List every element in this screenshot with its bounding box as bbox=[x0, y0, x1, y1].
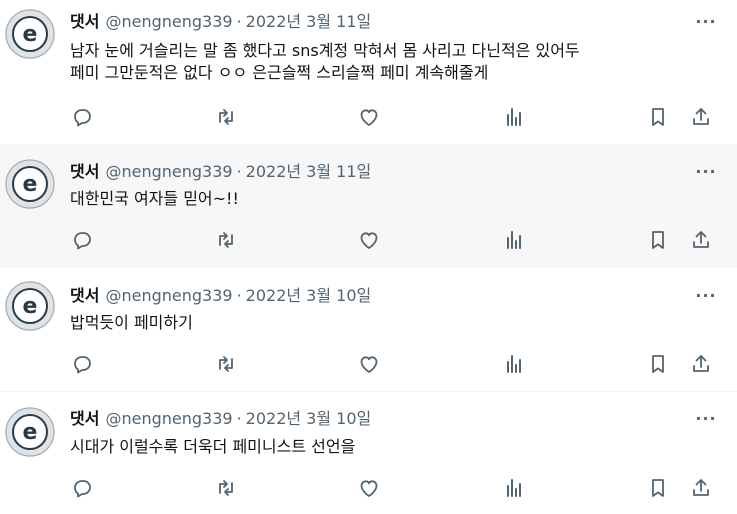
user-handle[interactable]: @nengneng339 bbox=[105, 162, 232, 181]
share-icon[interactable] bbox=[689, 352, 713, 376]
retweet-icon[interactable] bbox=[214, 352, 238, 376]
display-name[interactable]: 댓서 bbox=[70, 162, 99, 181]
tweet-date[interactable]: 2022년 3월 11일 bbox=[246, 12, 372, 31]
bookmark-icon[interactable] bbox=[646, 476, 670, 500]
tweet-header: 댓서 @nengneng339 · 2022년 3월 10일 bbox=[70, 285, 371, 307]
tweet[interactable]: e 댓서 @nengneng339 · 2022년 3월 11일 ··· 대한민국 여… bbox=[0, 145, 737, 268]
display-name[interactable]: 댓서 bbox=[70, 12, 99, 31]
display-name[interactable]: 댓서 bbox=[70, 286, 99, 305]
views-icon[interactable] bbox=[502, 352, 526, 376]
tweet[interactable]: e 댓서 @nengneng339 · 2022년 3월 10일 ··· 시대가 이럴… bbox=[0, 392, 737, 514]
user-handle[interactable]: @nengneng339 bbox=[105, 12, 232, 31]
svg-text:e: e bbox=[23, 294, 38, 319]
like-icon[interactable] bbox=[357, 228, 381, 252]
more-options-icon[interactable]: ··· bbox=[695, 288, 717, 304]
tweet-actions bbox=[0, 476, 737, 500]
like-icon[interactable] bbox=[357, 105, 381, 129]
user-handle[interactable]: @nengneng339 bbox=[105, 286, 232, 305]
tweet-actions bbox=[0, 228, 737, 252]
tweet-actions bbox=[0, 352, 737, 376]
avatar[interactable]: e bbox=[5, 9, 55, 59]
tweet[interactable]: e 댓서 @nengneng339 · 2022년 3월 11일 ··· 남자 눈에 … bbox=[0, 0, 737, 145]
retweet-icon[interactable] bbox=[214, 105, 238, 129]
tweet-date[interactable]: 2022년 3월 10일 bbox=[246, 409, 372, 428]
separator-dot: · bbox=[236, 162, 242, 181]
svg-text:e: e bbox=[23, 420, 38, 445]
share-icon[interactable] bbox=[689, 105, 713, 129]
retweet-icon[interactable] bbox=[214, 228, 238, 252]
separator-dot: · bbox=[236, 409, 242, 428]
tweet-header: 댓서 @nengneng339 · 2022년 3월 10일 bbox=[70, 408, 371, 430]
share-icon[interactable] bbox=[689, 228, 713, 252]
tweet-text: 대한민국 여자들 믿어~!! bbox=[70, 189, 239, 208]
separator-dot: · bbox=[236, 286, 242, 305]
like-icon[interactable] bbox=[357, 352, 381, 376]
views-icon[interactable] bbox=[502, 228, 526, 252]
reply-icon[interactable] bbox=[70, 105, 94, 129]
tweet-actions bbox=[0, 105, 737, 129]
like-icon[interactable] bbox=[357, 476, 381, 500]
bookmark-icon[interactable] bbox=[646, 228, 670, 252]
share-icon[interactable] bbox=[689, 476, 713, 500]
avatar[interactable]: e bbox=[5, 281, 55, 331]
svg-text:e: e bbox=[23, 172, 38, 197]
reply-icon[interactable] bbox=[70, 476, 94, 500]
avatar[interactable]: e bbox=[5, 407, 55, 457]
tweet-date[interactable]: 2022년 3월 10일 bbox=[246, 286, 372, 305]
more-options-icon[interactable]: ··· bbox=[695, 411, 717, 427]
bookmark-icon[interactable] bbox=[646, 352, 670, 376]
tweet-feed: e 댓서 @nengneng339 · 2022년 3월 11일 ··· 남자 눈에 … bbox=[0, 0, 737, 514]
bookmark-icon[interactable] bbox=[646, 105, 670, 129]
retweet-icon[interactable] bbox=[214, 476, 238, 500]
more-options-icon[interactable]: ··· bbox=[695, 14, 717, 30]
tweet-header: 댓서 @nengneng339 · 2022년 3월 11일 bbox=[70, 161, 371, 183]
tweet-header: 댓서 @nengneng339 · 2022년 3월 11일 bbox=[70, 11, 371, 33]
tweet-text: 시대가 이럴수록 더욱더 페미니스트 선언을 bbox=[70, 437, 356, 456]
display-name[interactable]: 댓서 bbox=[70, 409, 99, 428]
tweet[interactable]: e 댓서 @nengneng339 · 2022년 3월 10일 ··· 밥먹듯이 페… bbox=[0, 268, 737, 392]
tweet-text: 밥먹듯이 페미하기 bbox=[70, 313, 193, 332]
more-options-icon[interactable]: ··· bbox=[695, 164, 717, 180]
svg-text:e: e bbox=[23, 22, 38, 47]
reply-icon[interactable] bbox=[70, 352, 94, 376]
separator-dot: · bbox=[236, 12, 242, 31]
views-icon[interactable] bbox=[502, 476, 526, 500]
views-icon[interactable] bbox=[502, 105, 526, 129]
reply-icon[interactable] bbox=[70, 228, 94, 252]
user-handle[interactable]: @nengneng339 bbox=[105, 409, 232, 428]
avatar[interactable]: e bbox=[5, 159, 55, 209]
tweet-date[interactable]: 2022년 3월 11일 bbox=[246, 162, 372, 181]
tweet-text: 남자 눈에 거슬리는 말 좀 했다고 sns계정 막혀서 몸 사리고 다닌적은 … bbox=[70, 41, 580, 82]
